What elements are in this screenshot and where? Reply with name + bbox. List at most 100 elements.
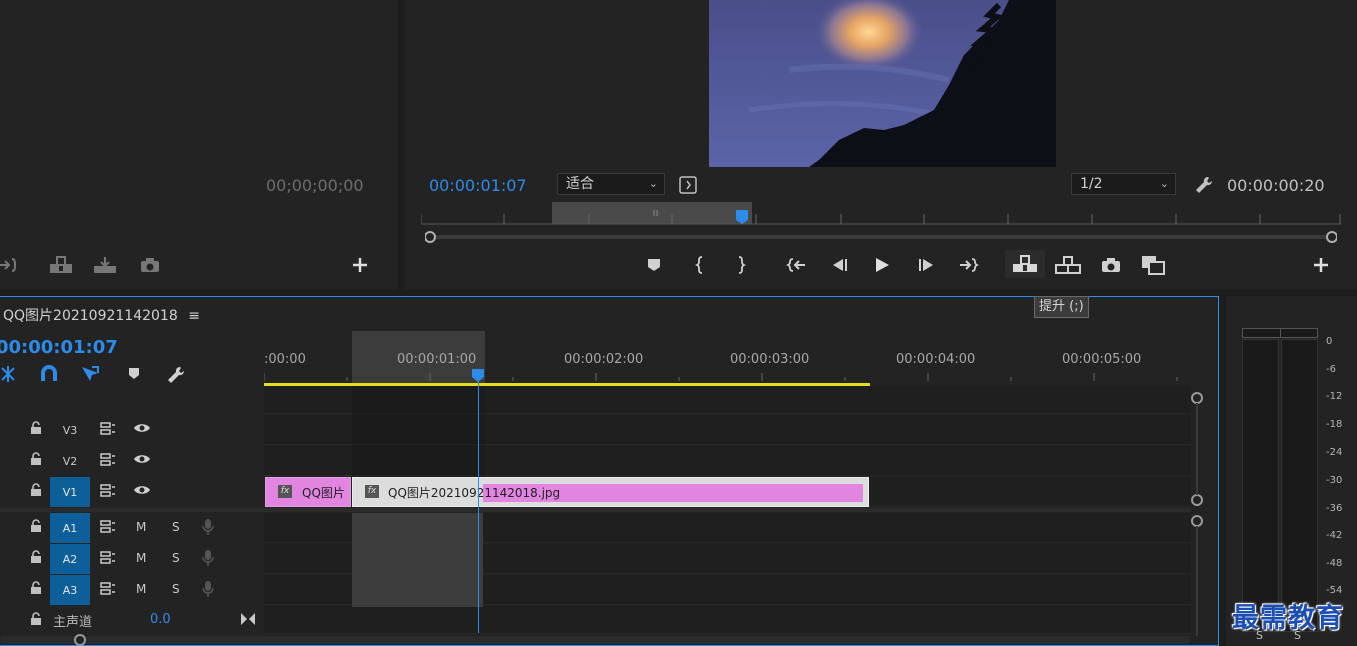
lock-icon[interactable]	[30, 550, 42, 564]
comparison-view-button[interactable]	[1139, 253, 1167, 277]
eye-icon[interactable]	[133, 453, 151, 468]
program-zoom-scrollbar[interactable]	[424, 228, 1338, 243]
mark-out-button[interactable]	[727, 253, 755, 277]
insert-icon[interactable]	[49, 256, 73, 274]
mute-button[interactable]: M	[136, 582, 146, 596]
sync-lock-icon[interactable]	[100, 453, 116, 470]
av-divider[interactable]	[0, 508, 1191, 512]
sequence-tab[interactable]: QQ图片20210921142018 ≡	[3, 305, 200, 325]
meter-scale-24: -24	[1326, 447, 1343, 458]
track-target-v2[interactable]: V2	[50, 446, 90, 476]
nest-icon[interactable]	[0, 365, 16, 383]
go-to-end-icon[interactable]	[240, 611, 256, 630]
step-forward-button[interactable]	[913, 253, 941, 277]
export-frame-button[interactable]	[1097, 253, 1125, 277]
meter-scale-36: -36	[1326, 503, 1343, 514]
snap-magnet-icon[interactable]	[40, 365, 58, 383]
panel-menu-icon[interactable]: ≡	[188, 308, 200, 324]
horizontal-scroll-knob[interactable]	[74, 634, 86, 646]
track-target-v1[interactable]: V1	[50, 477, 90, 507]
wrench-icon[interactable]	[1194, 175, 1214, 195]
sync-lock-icon[interactable]	[100, 520, 116, 537]
microphone-icon[interactable]	[202, 580, 214, 601]
video-scroll-bottom-knob[interactable]	[1191, 494, 1203, 506]
track-target-a3[interactable]: A3	[50, 575, 90, 605]
premiere-workspace: 00;00;00;00 00:00:01:07 适合 ⌄ 1/2 ⌄ 00:00…	[0, 0, 1357, 646]
sync-lock-icon[interactable]	[100, 484, 116, 501]
mark-in-button[interactable]	[686, 253, 714, 277]
eye-icon[interactable]	[133, 422, 151, 437]
eye-icon[interactable]	[133, 484, 151, 499]
program-timecode[interactable]: 00:00:01:07	[429, 176, 527, 195]
sync-lock-icon[interactable]	[100, 422, 116, 439]
resolution-dropdown-value: 1/2	[1080, 176, 1103, 192]
step-back-button[interactable]	[825, 253, 853, 277]
audio-scrollbar-track[interactable]	[1196, 526, 1198, 636]
settings-bracket-icon[interactable]	[679, 176, 697, 194]
wrench-icon[interactable]	[166, 365, 186, 385]
sync-lock-icon[interactable]	[100, 551, 116, 568]
go-to-out-button[interactable]	[955, 253, 983, 277]
ruler-label-4: 00:00:04:00	[896, 352, 976, 367]
timeline-timecode[interactable]: 00:00:01:07	[0, 337, 118, 358]
track-header-a3: A3 M S	[0, 575, 264, 605]
extract-button[interactable]	[1053, 253, 1083, 277]
chevron-down-icon: ⌄	[1159, 177, 1169, 190]
fit-dropdown-value: 适合	[566, 176, 594, 192]
watermark-logo: 最需教育	[1232, 603, 1344, 634]
lock-icon[interactable]	[30, 612, 42, 626]
lock-icon[interactable]	[30, 581, 42, 595]
source-timecode[interactable]: 00;00;00;00	[266, 176, 364, 195]
ruler-label-3: 00:00:03:00	[730, 352, 810, 367]
timeline-panel: QQ图片20210921142018 ≡ 00:00:01:07:00:00 …	[0, 296, 1219, 646]
solo-button[interactable]: S	[172, 551, 180, 565]
play-button[interactable]	[868, 253, 896, 277]
lane-master[interactable]	[264, 606, 1191, 634]
lock-icon[interactable]	[30, 483, 42, 497]
sync-lock-icon[interactable]	[100, 582, 116, 599]
mute-button[interactable]: M	[136, 551, 146, 565]
fit-dropdown[interactable]: 适合 ⌄	[557, 173, 665, 195]
linked-selection-icon[interactable]	[80, 365, 100, 383]
ruler-label-1: 00:00:01:00	[397, 352, 477, 367]
resolution-dropdown[interactable]: 1/2 ⌄	[1071, 173, 1176, 195]
solo-button[interactable]: S	[172, 582, 180, 596]
fx-badge: fx	[365, 485, 379, 498]
track-header-v1: V1	[0, 477, 264, 507]
go-to-in-button[interactable]	[782, 253, 810, 277]
lift-button[interactable]	[1005, 250, 1045, 278]
overwrite-clip-icon[interactable]	[93, 256, 117, 274]
clip-qq-2-name: QQ图片20210921142018.jpg	[388, 486, 561, 500]
microphone-icon[interactable]	[202, 549, 214, 570]
program-time-ruler[interactable]	[420, 200, 1341, 226]
lock-icon[interactable]	[30, 421, 42, 435]
track-header-v3: V3	[0, 415, 264, 445]
playhead-line[interactable]	[478, 379, 479, 633]
add-button-icon[interactable]	[352, 257, 368, 273]
add-button[interactable]	[1307, 253, 1335, 277]
video-scrollbar-track[interactable]	[1196, 403, 1198, 495]
timeline-horizontal-scrollbar[interactable]	[0, 636, 1190, 644]
master-volume-value[interactable]: 0.0	[150, 612, 171, 627]
clip-qq-2[interactable]: fx QQ图片20210921142018.jpg	[352, 477, 869, 507]
lock-icon[interactable]	[30, 519, 42, 533]
track-target-a1[interactable]: A1	[50, 513, 90, 543]
add-marker-icon[interactable]	[127, 367, 141, 381]
program-duration: 00:00:00:20	[1227, 176, 1325, 195]
microphone-icon[interactable]	[202, 518, 214, 539]
clip-qq-1[interactable]: fx QQ图片	[265, 477, 351, 507]
track-target-v3[interactable]: V3	[50, 415, 90, 445]
track-header-a2: A2 M S	[0, 544, 264, 574]
clip-qq-1-name: QQ图片	[302, 486, 345, 500]
add-marker-button[interactable]	[640, 253, 668, 277]
overwrite-icon[interactable]	[0, 257, 18, 273]
timeline-ruler[interactable]: :00:00 00:00:01:00 00:00:02:00 00:00:03:…	[264, 331, 1219, 387]
lock-icon[interactable]	[30, 452, 42, 466]
sequence-title: QQ图片20210921142018	[3, 308, 178, 324]
ruler-label-2: 00:00:02:00	[564, 352, 644, 367]
mute-button[interactable]: M	[136, 520, 146, 534]
export-frame-icon[interactable]	[140, 258, 160, 273]
track-target-a2[interactable]: A2	[50, 544, 90, 574]
solo-button[interactable]: S	[172, 520, 180, 534]
meter-peak-indicator[interactable]	[1242, 328, 1318, 338]
